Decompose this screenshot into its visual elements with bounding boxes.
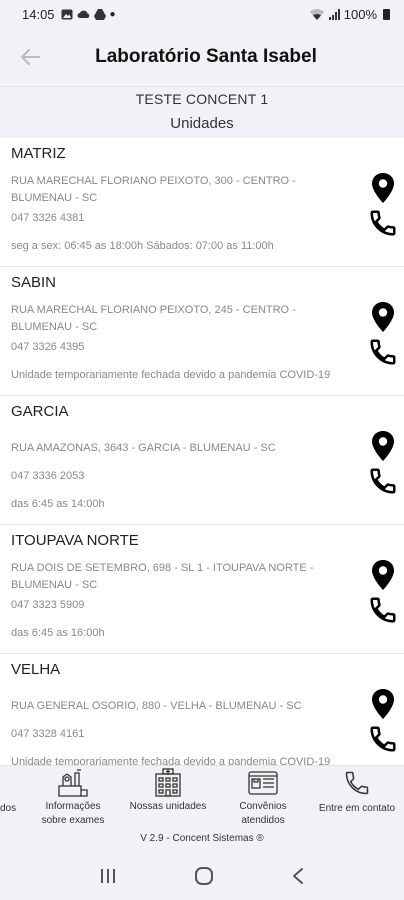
unit-phone: 047 3328 4161	[11, 728, 85, 740]
drive-icon	[93, 8, 106, 20]
subheader: TESTE CONCENT 1 Unidades	[0, 86, 404, 138]
page-title: Laboratório Santa Isabel	[95, 46, 317, 67]
phone-icon	[345, 771, 369, 795]
unit-actions	[366, 559, 400, 625]
location-pin-icon[interactable]	[371, 301, 395, 333]
notification-icons: ●	[61, 8, 116, 20]
app-version: V 2.9 - Concent Sistemas ®	[140, 833, 264, 844]
nav-item-units[interactable]: Nossas unidades	[120, 766, 216, 814]
unit-name: ITOUPAVA NORTE	[11, 532, 139, 549]
card-icon	[248, 771, 278, 795]
unit-phone: 047 3336 2053	[11, 470, 85, 482]
list-item: GARCIA RUA AMAZONAS, 3643 - GARCIA - BLU…	[0, 396, 404, 525]
battery-text: 100%	[343, 6, 377, 22]
unit-actions	[366, 688, 400, 754]
unit-hours: seg a sex: 06:45 as 18:00h Sábados: 07:0…	[11, 240, 274, 252]
unit-address: RUA MARECHAL FLORIANO PEIXOTO, 300 - CEN…	[11, 175, 296, 204]
list-item: VELHA RUA GENERAL OSORIO, 880 - VELHA - …	[0, 654, 404, 765]
exams-icon	[58, 769, 88, 797]
client-name: TESTE CONCENT 1	[135, 91, 269, 107]
home-icon[interactable]	[194, 866, 214, 886]
nav-item-partial[interactable]: dos	[0, 766, 20, 816]
nav-label: dos	[0, 803, 17, 814]
location-pin-icon[interactable]	[371, 688, 395, 720]
unit-actions	[366, 172, 400, 238]
status-right: 100%	[309, 6, 390, 22]
nav-item-insurance[interactable]: Convênios atendidos	[226, 766, 300, 828]
section-title: Unidades	[170, 115, 234, 132]
list-item: MATRIZ RUA MARECHAL FLORIANO PEIXOTO, 30…	[0, 138, 404, 267]
signal-icon	[328, 8, 340, 20]
unit-actions	[366, 301, 400, 367]
nav-item-contact[interactable]: Entre em contato	[310, 766, 404, 816]
nav-label: Informações sobre exames	[41, 801, 105, 826]
unit-phone: 047 3326 4395	[11, 341, 85, 353]
unit-hours: das 6:45 as 16:00h	[11, 627, 105, 639]
unit-phone: 047 3323 5909	[11, 599, 85, 611]
unit-name: VELHA	[11, 661, 61, 678]
unit-name: MATRIZ	[11, 145, 66, 162]
bottom-nav: dos Informações sobre exames Nossas unid…	[0, 765, 404, 851]
location-pin-icon[interactable]	[371, 559, 395, 591]
nav-label: Convênios atendidos	[239, 801, 287, 826]
location-pin-icon[interactable]	[371, 430, 395, 462]
unit-address: RUA GENERAL OSORIO, 880 - VELHA - BLUMEN…	[11, 699, 302, 712]
nav-label: Entre em contato	[318, 803, 396, 814]
unit-address: RUA AMAZONAS, 3643 - GARCIA - BLUMENAU -…	[11, 441, 276, 454]
back-button[interactable]	[0, 28, 60, 86]
location-pin-icon[interactable]	[371, 172, 395, 204]
arrow-left-icon	[21, 49, 40, 65]
battery-icon	[383, 8, 390, 20]
phone-icon[interactable]	[368, 337, 398, 367]
unit-hours: Unidade temporariamente fechada devido a…	[11, 369, 331, 381]
list-item: SABIN RUA MARECHAL FLORIANO PEIXOTO, 245…	[0, 267, 404, 396]
unit-phone: 047 3326 4381	[11, 212, 85, 224]
image-icon	[61, 9, 73, 19]
recent-apps-icon[interactable]	[99, 868, 117, 884]
unit-name: GARCIA	[11, 403, 69, 420]
dot-icon: ●	[109, 8, 116, 20]
back-icon[interactable]	[291, 867, 305, 885]
system-nav	[0, 851, 404, 900]
unit-hours: das 6:45 as 14:00h	[11, 498, 105, 510]
unit-name: SABIN	[11, 274, 57, 291]
wifi-icon	[309, 8, 324, 20]
nav-label: Nossas unidades	[129, 801, 207, 812]
phone-icon[interactable]	[368, 208, 398, 238]
nav-item-exams[interactable]: Informações sobre exames	[34, 766, 112, 828]
unit-actions	[366, 430, 400, 496]
phone-icon[interactable]	[368, 595, 398, 625]
list-item: ITOUPAVA NORTE RUA DOIS DE SETEMBRO, 698…	[0, 525, 404, 654]
status-time: 14:05	[22, 6, 55, 22]
building-icon	[155, 768, 181, 797]
unit-hours: Unidade temporariamente fechada devido a…	[11, 756, 331, 765]
unit-address: RUA MARECHAL FLORIANO PEIXOTO, 245 - CEN…	[11, 304, 296, 333]
cloud-icon	[77, 10, 89, 18]
app-bar: Laboratório Santa Isabel	[0, 28, 404, 86]
unit-address: RUA DOIS DE SETEMBRO, 698 - SL 1 - ITOUP…	[11, 562, 314, 591]
status-bar: 14:05 ● 100%	[0, 0, 404, 28]
units-list[interactable]: MATRIZ RUA MARECHAL FLORIANO PEIXOTO, 30…	[0, 138, 404, 765]
phone-icon[interactable]	[368, 724, 398, 754]
phone-icon[interactable]	[368, 466, 398, 496]
